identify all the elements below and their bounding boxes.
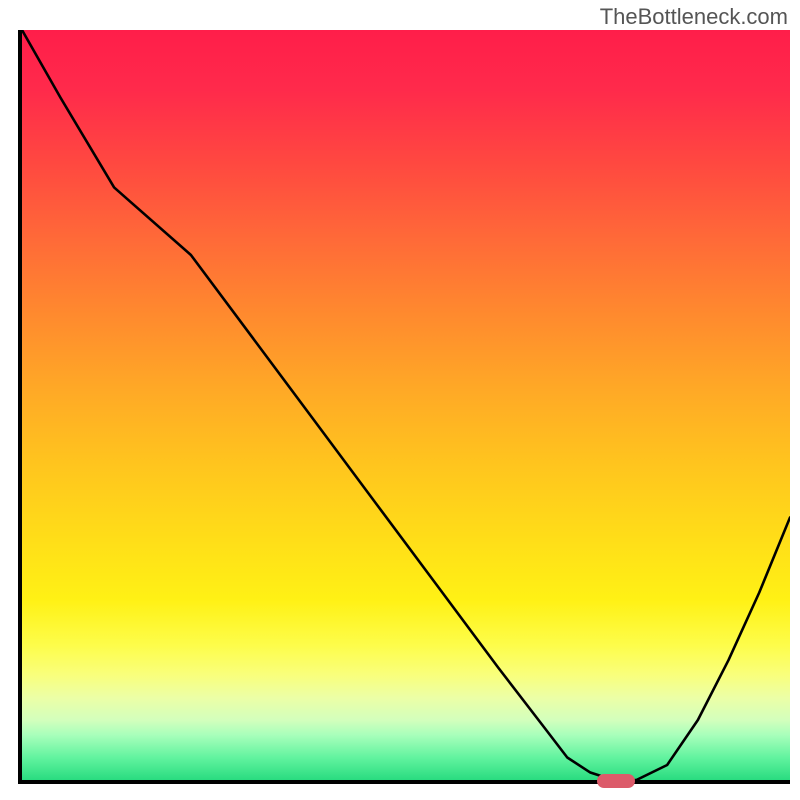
- watermark-text: TheBottleneck.com: [600, 4, 788, 30]
- chart-plot-area: [18, 30, 790, 784]
- chart-curve: [22, 30, 790, 780]
- chart-marker: [597, 774, 635, 788]
